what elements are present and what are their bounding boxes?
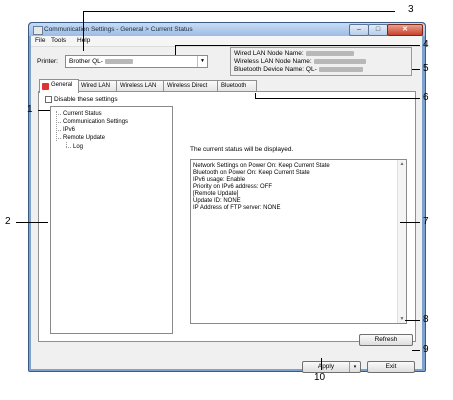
redacted-text (318, 66, 363, 72)
apply-button-label: Apply (317, 363, 335, 370)
maximize-button[interactable]: □ (368, 24, 388, 36)
status-textarea[interactable]: Network Settings on Power On: Keep Curre… (190, 159, 407, 324)
callout-4: 4 (423, 39, 429, 50)
callout-6: 6 (423, 92, 429, 103)
callout-2: 2 (5, 216, 11, 227)
tab-bluetooth-label: Bluetooth (221, 83, 247, 89)
tree-connector (66, 147, 71, 148)
node-line-wireless: Wireless LAN Node Name: (234, 58, 366, 65)
status-line: IPv6 usage: Enable (193, 177, 246, 183)
exit-button[interactable]: Exit (367, 361, 415, 373)
app-icon (33, 26, 43, 35)
redacted-text (313, 58, 366, 64)
status-line: Update ID: NONE (193, 198, 241, 204)
node-line-bluetooth: Bluetooth Device Name: QL- (234, 66, 363, 73)
node-line-wired: Wired LAN Node Name: (234, 50, 354, 57)
callout-8: 8 (423, 314, 429, 325)
tree-connector (56, 130, 61, 131)
close-button[interactable]: ✕ (387, 24, 423, 36)
tree-item-communication-settings[interactable]: Communication Settings (63, 119, 128, 125)
callout-line-5 (412, 69, 420, 70)
disable-settings-label: Disable these settings (54, 96, 118, 104)
tab-general-label: General (51, 82, 73, 88)
apply-button[interactable]: Apply ▾ (302, 361, 361, 373)
callout-5: 5 (423, 63, 429, 74)
callout-line-8 (405, 320, 420, 321)
node-name-box: Wired LAN Node Name: Wireless LAN Node N… (230, 47, 412, 76)
disable-settings-row[interactable]: Disable these settings (45, 96, 118, 103)
printer-value: Brother QL- (69, 58, 103, 65)
callout-line-6 (255, 93, 256, 98)
status-line: Bluetooth on Power On: Keep Current Stat… (193, 170, 310, 176)
tree-item-ipv6[interactable]: IPv6 (63, 127, 75, 133)
app-window: Communication Settings - General > Curre… (28, 22, 426, 373)
printer-select[interactable]: Brother QL- ▼ (65, 55, 208, 68)
printer-label: Printer: (37, 58, 58, 65)
callout-3: 3 (408, 4, 414, 15)
callout-line-3 (83, 11, 84, 51)
minimize-button[interactable]: – (349, 24, 369, 36)
callout-line-3 (83, 11, 395, 12)
vertical-scrollbar[interactable]: ▲ ▼ (397, 160, 406, 323)
status-line: Priority on IPv6 address: OFF (193, 184, 273, 190)
general-tab-icon (42, 83, 49, 90)
menu-file[interactable]: File (35, 37, 45, 44)
tree-item-current-status[interactable]: Current Status (63, 111, 102, 117)
scroll-down-icon[interactable]: ▼ (398, 316, 406, 322)
callout-line-1 (38, 110, 50, 111)
callout-line-6 (255, 98, 420, 99)
callout-line-4 (175, 45, 420, 46)
tree-connector (56, 138, 61, 139)
callout-9: 9 (423, 344, 429, 355)
callout-line-4 (175, 45, 176, 55)
status-message: The current status will be displayed. (190, 146, 294, 153)
wireless-lan-node-name: Wireless LAN Node Name: (234, 58, 312, 65)
status-line: [Remote Update] (193, 191, 239, 197)
bluetooth-device-name: Bluetooth Device Name: QL- (234, 66, 317, 73)
tab-wireless-lan-label: Wireless LAN (120, 83, 157, 89)
title-bar[interactable]: Communication Settings - General > Curre… (29, 23, 425, 36)
callout-line-7 (400, 222, 420, 223)
status-line: Network Settings on Power On: Keep Curre… (193, 163, 330, 169)
callout-10: 10 (314, 372, 326, 383)
wired-lan-node-name: Wired LAN Node Name: (234, 50, 304, 57)
tree-connector (56, 114, 61, 115)
chevron-down-icon[interactable]: ▾ (349, 362, 360, 372)
refresh-button[interactable]: Refresh (359, 334, 413, 346)
redacted-text (305, 50, 354, 56)
callout-1: 1 (27, 104, 33, 115)
status-line: IP Address of FTP server: NONE (193, 205, 281, 211)
menu-tools[interactable]: Tools (51, 37, 66, 44)
tree-item-log[interactable]: Log (73, 144, 83, 150)
close-icon: ✕ (402, 26, 408, 33)
window-client: File Tools Help Printer: Brother QL- ▼ W… (31, 36, 422, 373)
window-title: Communication Settings - General > Curre… (44, 26, 193, 33)
chevron-down-icon: ▼ (197, 56, 207, 67)
callout-line-10 (321, 358, 322, 370)
callout-line-9 (412, 350, 420, 351)
callout-line-2 (16, 222, 48, 223)
callout-7: 7 (423, 216, 429, 227)
settings-tree: Current Status Communication Settings IP… (50, 106, 173, 334)
tab-wired-lan-label: Wired LAN (81, 83, 111, 89)
scroll-up-icon[interactable]: ▲ (398, 161, 406, 167)
tree-item-remote-update[interactable]: Remote Update (63, 135, 105, 141)
redacted-text (104, 58, 133, 64)
printer-value-group: Brother QL- (69, 58, 133, 65)
tree-connector (56, 111, 57, 141)
disable-settings-checkbox[interactable] (45, 96, 52, 103)
tab-general[interactable]: General (39, 79, 79, 93)
general-tab-panel: Disable these settings Current Status Co… (38, 91, 416, 346)
maximize-icon: □ (375, 26, 381, 33)
tree-connector (56, 122, 61, 123)
minimize-icon: – (357, 26, 361, 33)
tab-wireless-direct-label: Wireless Direct (167, 83, 208, 89)
